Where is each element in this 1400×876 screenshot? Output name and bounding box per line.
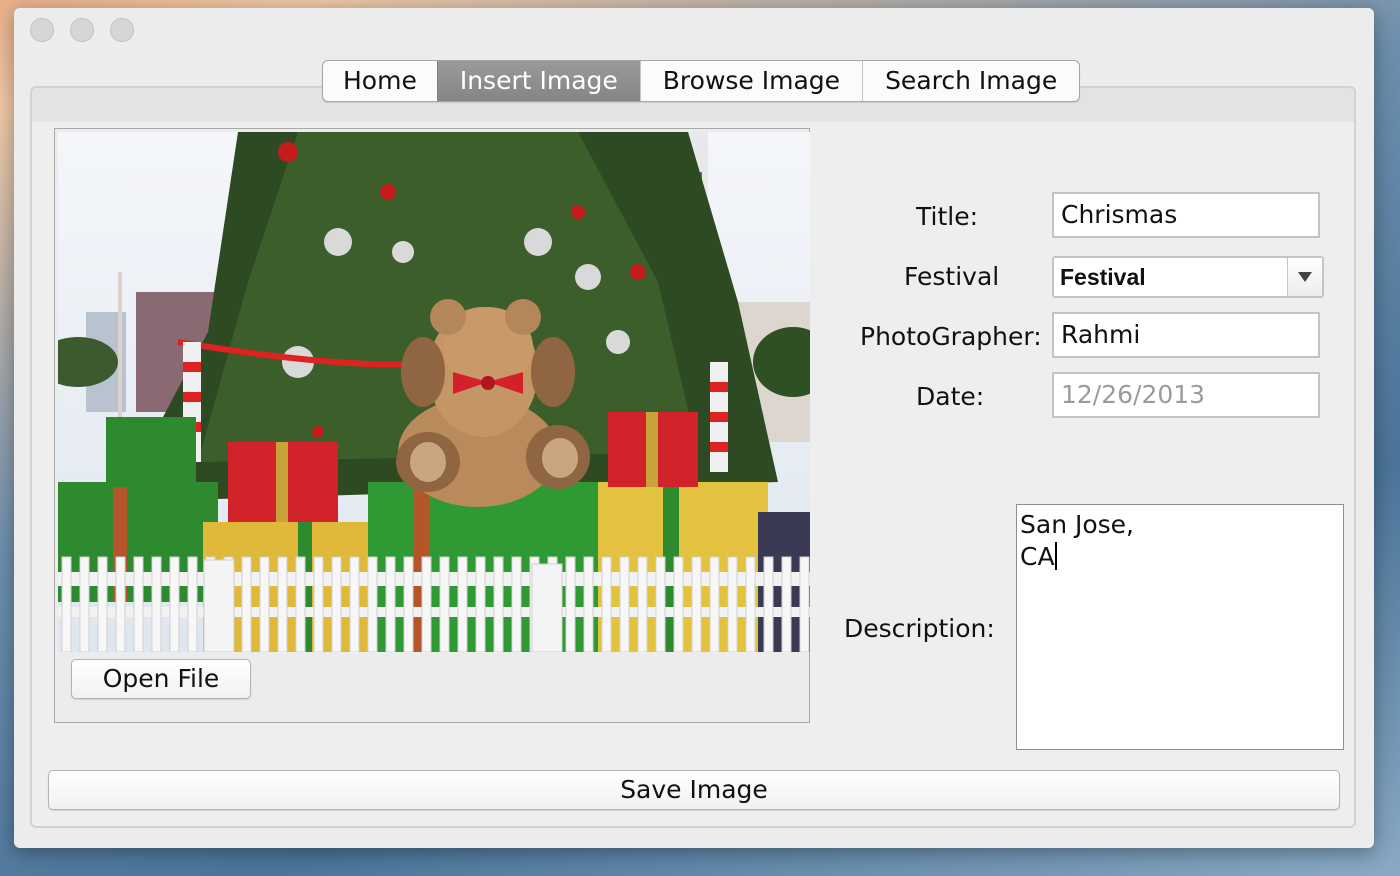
description-line-caret: CA bbox=[1020, 541, 1340, 573]
text-caret bbox=[1054, 542, 1057, 570]
tab-browse-image[interactable]: Browse Image bbox=[639, 61, 862, 101]
zoom-window-button[interactable] bbox=[110, 18, 134, 42]
festival-label: Festival bbox=[904, 262, 1000, 291]
minimize-window-button[interactable] bbox=[70, 18, 94, 42]
dropdown-arrow-icon[interactable] bbox=[1287, 258, 1322, 296]
save-image-button[interactable]: Save Image bbox=[48, 770, 1340, 810]
tab-insert-image[interactable]: Insert Image bbox=[436, 61, 640, 101]
tab-search-image[interactable]: Search Image bbox=[862, 61, 1079, 101]
date-field: 12/26/2013 bbox=[1052, 372, 1320, 418]
description-label: Description: bbox=[844, 614, 995, 643]
close-window-button[interactable] bbox=[30, 18, 54, 42]
app-window: Home Insert Image Browse Image Search Im… bbox=[14, 8, 1374, 848]
photographer-label: PhotoGrapher: bbox=[860, 322, 1042, 351]
description-line: CA bbox=[1020, 542, 1055, 571]
image-preview-panel: Open File bbox=[54, 128, 810, 723]
festival-selected-value: Festival bbox=[1060, 264, 1146, 290]
festival-select[interactable]: Festival bbox=[1052, 256, 1324, 298]
date-label: Date: bbox=[916, 382, 985, 411]
title-bar[interactable] bbox=[14, 8, 1374, 52]
description-line: San Jose, bbox=[1020, 510, 1135, 539]
photographer-field[interactable]: Rahmi bbox=[1052, 312, 1320, 358]
photo-preview bbox=[58, 132, 810, 652]
title-label: Title: bbox=[916, 202, 978, 231]
open-file-button[interactable]: Open File bbox=[71, 659, 251, 699]
title-field[interactable]: Chrismas bbox=[1052, 192, 1320, 238]
description-textarea[interactable]: San Jose, CA bbox=[1016, 504, 1344, 750]
tab-bar: Home Insert Image Browse Image Search Im… bbox=[322, 60, 1081, 102]
tab-home[interactable]: Home bbox=[323, 61, 437, 101]
